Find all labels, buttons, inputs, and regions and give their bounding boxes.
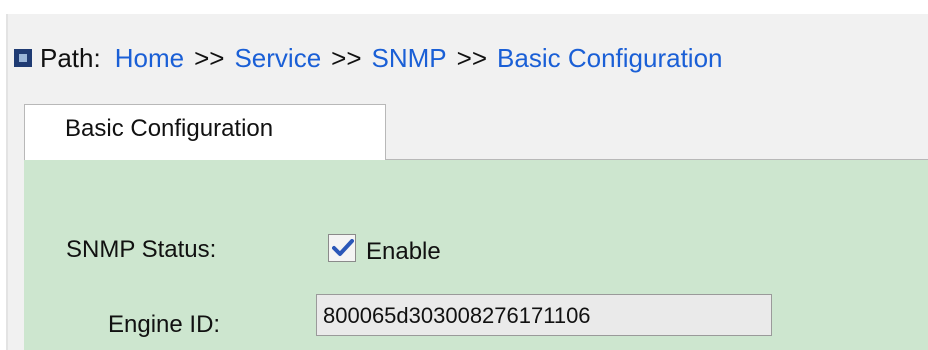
breadcrumb-separator: >> — [456, 42, 488, 73]
engine-id-field[interactable]: 800065d303008276171106 — [316, 294, 772, 336]
snmp-enable-checkbox[interactable] — [328, 234, 356, 262]
tab-label: Basic Configuration — [65, 115, 274, 142]
checkmark-icon — [332, 239, 354, 256]
tab-bar: Basic Configuration — [14, 104, 928, 162]
left-divider — [6, 14, 8, 350]
engine-id-label: Engine ID: — [108, 311, 221, 338]
breadcrumb-separator: >> — [331, 42, 362, 73]
path-label: Path: — [40, 42, 101, 73]
breadcrumb: Path: Home >> Service >> SNMP >> Basic C… — [14, 40, 723, 76]
basic-configuration-panel: SNMP Status: Enable Engine ID: 800065d30… — [24, 160, 928, 350]
tab-basic-configuration[interactable]: Basic Configuration — [24, 104, 386, 160]
breadcrumb-separator: >> — [194, 42, 225, 73]
breadcrumb-service-link[interactable]: Service — [234, 43, 321, 74]
enable-label[interactable]: Enable — [366, 238, 441, 266]
breadcrumb-basic-configuration-link[interactable]: Basic Configuration — [497, 43, 722, 74]
snmp-status-label: SNMP Status: — [66, 236, 217, 263]
breadcrumb-home-link[interactable]: Home — [115, 43, 184, 74]
square-icon — [14, 49, 32, 67]
breadcrumb-snmp-link[interactable]: SNMP — [372, 43, 447, 74]
